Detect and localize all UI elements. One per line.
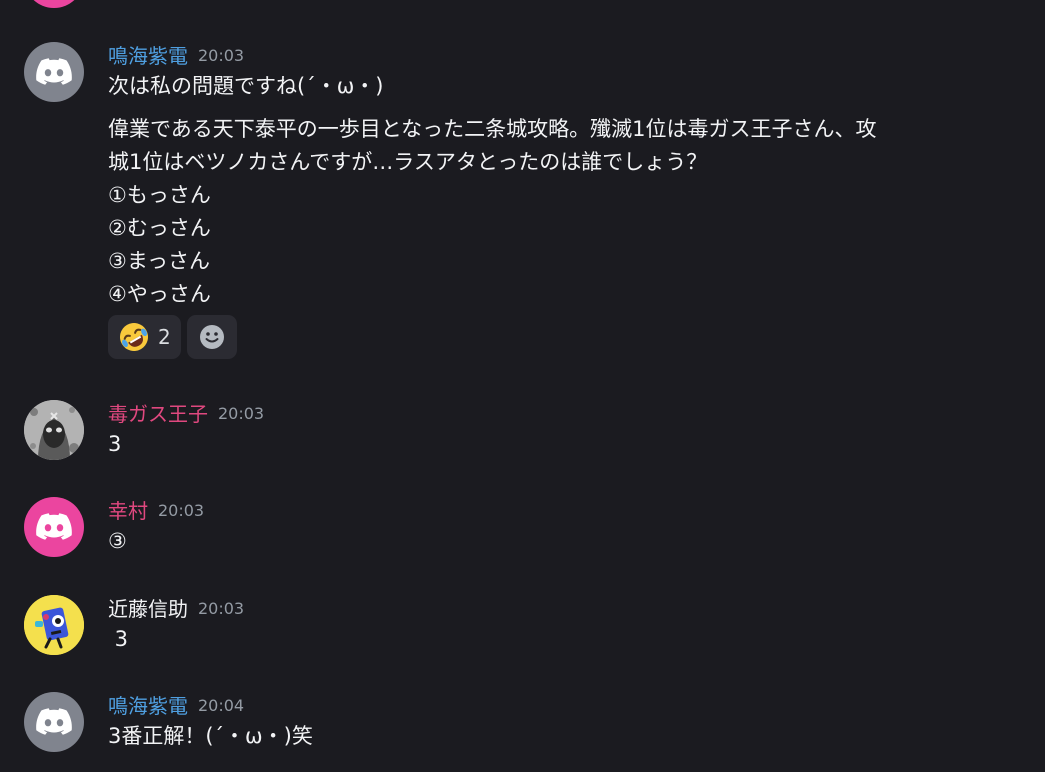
chat-message-list: 鳴海紫電 20:03 次は私の問題ですね(´・ω・) 偉業である天下泰平の一歩目と… [0,0,1045,772]
smiley-add-reaction-icon [199,325,224,349]
message-header: 鳴海紫電 20:04 [108,690,244,720]
reaction-bar: 2 [108,315,237,359]
avatar[interactable] [24,692,84,752]
blue-robot-avatar-icon [24,595,84,655]
message-line: 次は私の問題ですね(´・ω・) [108,74,384,98]
avatar[interactable] [24,595,84,655]
author-name[interactable]: 幸村 [108,496,148,526]
message-header: 毒ガス王子 20:03 [108,398,264,428]
message-line: 偉業である天下泰平の一歩目となった二条城攻略。殲滅1位は毒ガス王子さん、攻 [108,117,877,141]
message-line: ③まっさん [108,249,210,273]
author-name[interactable]: 毒ガス王子 [108,399,208,429]
rolling-on-floor-laughing-emoji-icon [120,323,148,351]
avatar[interactable] [24,42,84,102]
reaction-button[interactable]: 2 [108,315,181,359]
timestamp[interactable]: 20:03 [198,41,244,71]
message-content: 3 [108,623,1008,656]
discord-logo-icon [36,708,72,735]
message-content: ③ [108,525,1008,558]
message-line: 3 [108,627,129,651]
message-content: 次は私の問題ですね(´・ω・) 偉業である天下泰平の一歩目となった二条城攻略。殲… [108,70,1008,311]
message-header: 近藤信助 20:03 [108,593,244,623]
avatar[interactable] [24,0,84,8]
add-reaction-button[interactable] [186,315,237,359]
message-line: ①もっさん [108,183,211,207]
reaction-count: 2 [158,325,171,349]
author-name[interactable]: 鳴海紫電 [108,691,188,721]
message-line: ②むっさん [108,216,211,240]
timestamp[interactable]: 20:03 [218,399,264,429]
message-line: 3 [108,432,122,456]
avatar[interactable] [24,400,84,460]
message-line: ③ [108,529,127,553]
author-name[interactable]: 鳴海紫電 [108,41,188,71]
discord-logo-icon [36,58,72,85]
message-header: 鳴海紫電 20:03 [108,40,244,70]
masked-figure-avatar-icon [24,400,84,460]
message-line: ④やっさん [108,282,211,306]
timestamp[interactable]: 20:03 [158,496,204,526]
message-line: 3番正解！(´・ω・)笑 [108,724,313,748]
timestamp[interactable]: 20:03 [198,594,244,624]
message-line: 城1位はベツノカさんですが…ラスアタとったのは誰でしょう？ [108,150,708,174]
author-name[interactable]: 近藤信助 [108,594,188,624]
message-content: 3番正解！(´・ω・)笑 [108,720,1008,753]
message-content: 3 [108,428,1008,461]
discord-logo-icon [36,513,72,540]
timestamp[interactable]: 20:04 [198,691,244,721]
message-paragraph: 偉業である天下泰平の一歩目となった二条城攻略。殲滅1位は毒ガス王子さん、攻 城1… [108,113,1008,311]
message-header: 幸村 20:03 [108,495,204,525]
avatar[interactable] [24,497,84,557]
